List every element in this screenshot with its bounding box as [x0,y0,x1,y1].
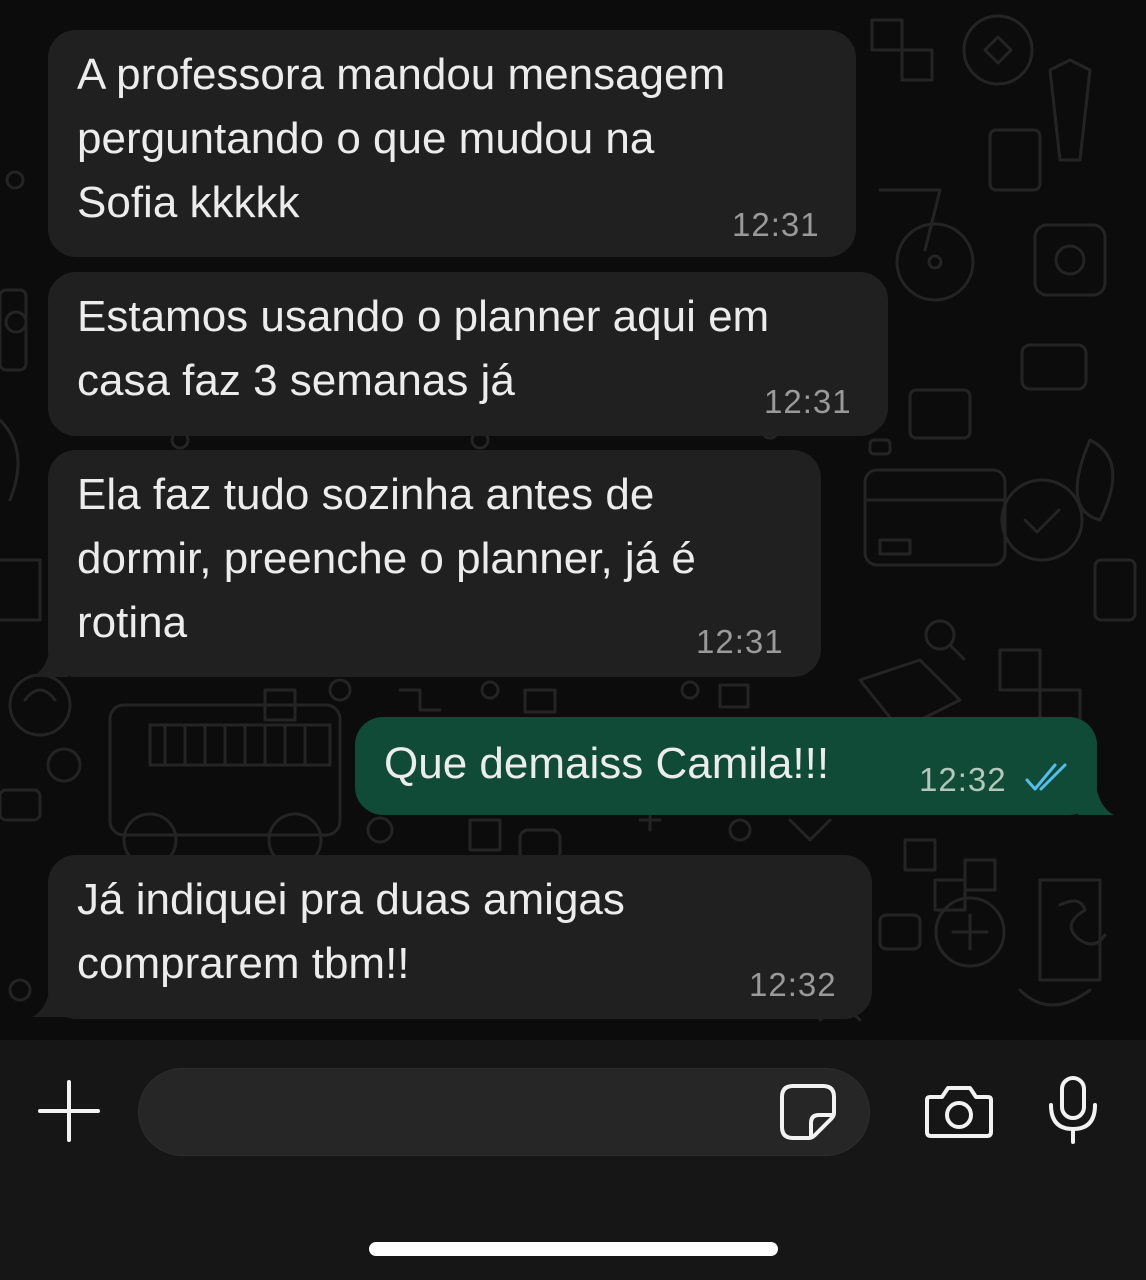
message-bubble-incoming[interactable]: Já indiquei pra duas amigas comprarem tb… [48,855,872,1019]
message-bubble-incoming[interactable]: A professora mandou mensagem perguntando… [48,30,856,257]
sticker-icon[interactable] [779,1083,837,1141]
message-timestamp: 12:31 [696,623,784,660]
bubble-tail [1078,776,1114,815]
message-bubble-incoming[interactable]: Ela faz tudo sozinha antes de dormir, pr… [48,450,821,677]
message-text: A professora mandou mensagem perguntando… [77,50,726,227]
message-timestamp: 12:31 [764,383,852,420]
message-text: Que demaiss Camila!!! [384,739,830,788]
message-timestamp: 12:32 [749,966,837,1003]
message-text: Estamos usando o planner aqui em casa fa… [77,292,770,405]
message-bubble-outgoing[interactable]: Que demaiss Camila!!! 12:32 [355,717,1097,815]
plus-icon[interactable] [38,1080,100,1142]
bubble-tail [32,638,68,677]
home-indicator[interactable] [369,1242,778,1256]
camera-icon[interactable] [924,1083,994,1139]
bubble-tail [32,978,68,1017]
chat-area[interactable]: A professora mandou mensagem perguntando… [0,0,1146,1040]
double-check-read-icon [1025,763,1067,791]
message-input[interactable] [138,1068,870,1156]
message-timestamp: 12:31 [732,206,820,243]
message-bubble-incoming[interactable]: Estamos usando o planner aqui em casa fa… [48,272,888,436]
message-text: Já indiquei pra duas amigas comprarem tb… [77,875,625,988]
message-text: Ela faz tudo sozinha antes de dormir, pr… [77,470,696,647]
message-timestamp: 12:32 [919,761,1007,798]
microphone-icon[interactable] [1047,1075,1099,1145]
